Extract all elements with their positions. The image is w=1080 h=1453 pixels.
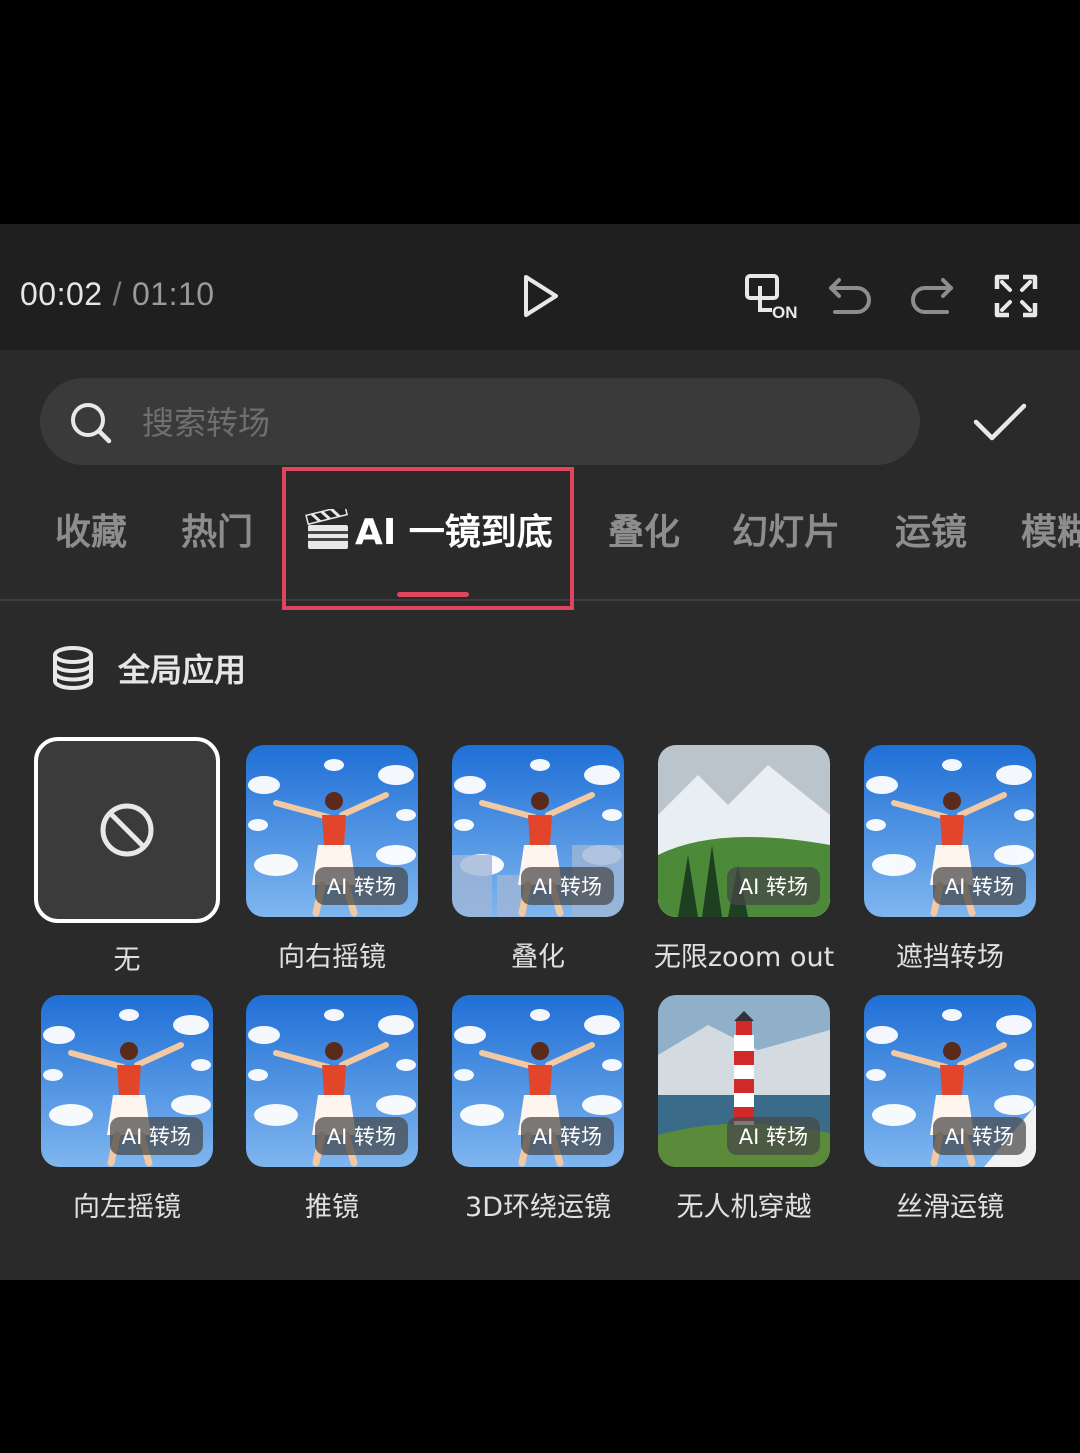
svg-text:ON: ON (772, 303, 798, 322)
ai-transition-badge: AI 转场 (314, 867, 408, 905)
tab-camera-move[interactable]: 运镜 (895, 510, 967, 556)
total-time: 01:10 (131, 276, 215, 312)
transition-thumbnail[interactable]: AI 转场 (864, 745, 1036, 917)
transition-thumbnail[interactable]: AI 转场 (246, 995, 418, 1167)
category-tabs: 收藏 热门 AI 一镜到底 叠化 幻灯片 运镜 模糊 (0, 496, 1080, 600)
undo-button[interactable] (822, 270, 878, 322)
transition-label: 叠化 (511, 942, 565, 973)
transition-thumbnail[interactable]: AI 转场 (452, 995, 624, 1167)
tab-popular[interactable]: 热门 (181, 510, 253, 556)
transition-thumbnail[interactable]: AI 转场 (246, 745, 418, 917)
transition-thumbnail[interactable]: AI 转场 (658, 745, 830, 917)
ai-transition-badge: AI 转场 (520, 867, 614, 905)
tab-divider (0, 599, 1080, 601)
stack-icon (53, 646, 93, 690)
global-apply-toggle[interactable]: 全局应用 (50, 640, 246, 696)
clapperboard-icon (305, 509, 348, 549)
tab-favorites[interactable]: 收藏 (55, 510, 127, 556)
keyframe-on-icon: ON (745, 274, 798, 322)
ai-transition-badge: AI 转场 (314, 1117, 408, 1155)
search-icon (71, 403, 112, 444)
time-separator: / (112, 276, 122, 312)
undo-icon (829, 278, 871, 314)
transition-label: 无限zoom out (653, 942, 835, 973)
global-apply-label: 全局应用 (118, 651, 247, 689)
play-button[interactable] (512, 268, 568, 324)
fullscreen-icon (994, 274, 1038, 318)
timecode: 00:02/01:10 (20, 274, 215, 314)
transition-thumbnail[interactable]: AI 转场 (452, 745, 624, 917)
video-preview-area (0, 0, 1080, 224)
transition-label: 向右摇镜 (278, 942, 386, 973)
redo-button[interactable] (904, 270, 960, 322)
search-bar[interactable] (40, 378, 920, 467)
ai-transition-badge: AI 转场 (520, 1117, 614, 1155)
transition-thumbnail[interactable]: AI 转场 (658, 995, 830, 1167)
transition-thumbnail[interactable]: AI 转场 (41, 995, 213, 1167)
tab-slideshow[interactable]: 幻灯片 (732, 510, 840, 556)
checkmark-icon (973, 403, 1027, 441)
redo-icon (911, 278, 953, 314)
confirm-button[interactable] (968, 398, 1032, 446)
tab-dissolve[interactable]: 叠化 (608, 510, 680, 556)
search-input[interactable] (140, 378, 844, 467)
active-tab-indicator (397, 592, 469, 597)
keyframe-on-button[interactable]: ON (740, 268, 800, 324)
play-icon (524, 275, 558, 317)
transition-label: 遮挡转场 (896, 942, 1004, 973)
ai-transition-badge: AI 转场 (726, 1117, 820, 1155)
ai-transition-badge: AI 转场 (932, 867, 1026, 905)
ai-transition-badge: AI 转场 (932, 1117, 1026, 1155)
fullscreen-button[interactable] (988, 268, 1044, 324)
transition-label: 丝滑运镜 (896, 1192, 1004, 1223)
transition-label: 无人机穿越 (676, 1192, 812, 1223)
transition-label: 向左摇镜 (73, 1192, 181, 1223)
transition-none[interactable] (34, 737, 220, 923)
tab-blur[interactable]: 模糊 (1021, 510, 1080, 556)
prohibited-icon (100, 803, 154, 857)
ai-transition-badge: AI 转场 (726, 867, 820, 905)
tab-ai-one-shot[interactable]: AI 一镜到底 (305, 509, 553, 556)
transition-thumbnail[interactable]: AI 转场 (864, 995, 1036, 1167)
transition-label: 推镜 (305, 1192, 359, 1223)
current-time: 00:02 (20, 276, 103, 312)
ai-transition-badge: AI 转场 (109, 1117, 203, 1155)
transition-label: 无 (113, 945, 141, 976)
bottom-area (0, 1280, 1080, 1453)
transition-label: 3D环绕运镜 (465, 1192, 611, 1223)
